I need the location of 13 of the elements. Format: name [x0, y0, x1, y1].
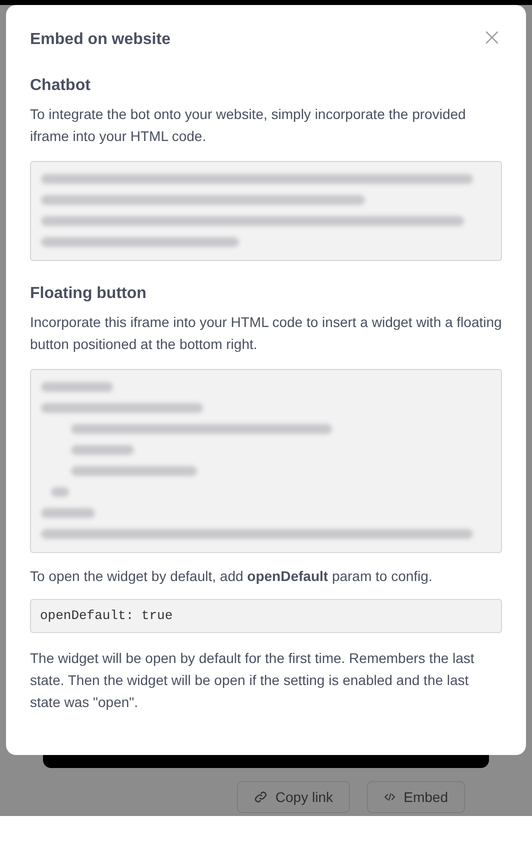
- background-button[interactable]: Copy link: [237, 781, 350, 813]
- code-icon: [384, 790, 396, 804]
- section-heading: Floating button: [30, 285, 148, 303]
- background-button[interactable]: Embed: [367, 781, 465, 813]
- close-button[interactable]: ×: [482, 27, 502, 47]
- note-text: The widget will be open by default for the first time. Remembers the last state. Then the widget will be open if the setting is enabled and the last state was "open".: [30, 649, 476, 712]
- section-heading: Chatbot: [30, 77, 92, 95]
- section-description: To integrate the bot onto your website, simply incorporate the provided iframe into your HTML code.: [30, 105, 467, 146]
- code-snippet: openDefault: true: [30, 599, 502, 633]
- hint-text: To open the widget by default, add openDefault param to config.: [30, 567, 434, 586]
- dialog-title: Embed on website: [30, 31, 170, 49]
- link-icon: [254, 790, 268, 804]
- section-description: Incorporate this iframe into your HTML code to insert a widget with a floating button positioned at the bottom right.: [30, 313, 502, 354]
